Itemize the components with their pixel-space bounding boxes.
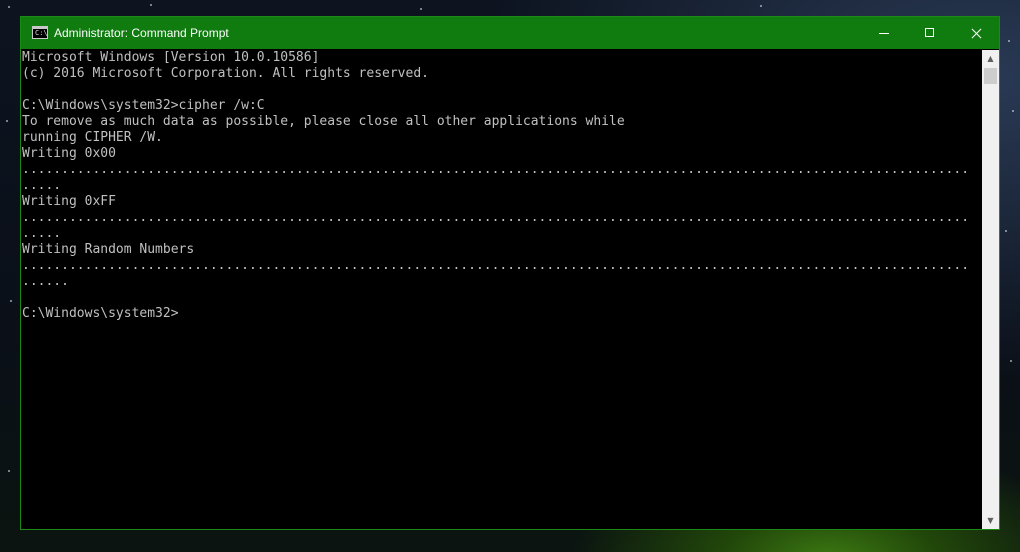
console-line: ...... <box>22 274 69 289</box>
scroll-up-icon[interactable]: ▲ <box>982 50 999 67</box>
console-app-icon[interactable]: C:\ <box>32 26 48 39</box>
maximize-button[interactable] <box>907 17 953 49</box>
console-line: ........................................… <box>22 162 970 177</box>
console-line: To remove as much data as possible, plea… <box>22 114 625 129</box>
window-title: Administrator: Command Prompt <box>54 26 229 40</box>
console-line: ..... <box>22 178 62 193</box>
minimize-button[interactable] <box>861 17 907 49</box>
console-line: ..... <box>22 226 62 241</box>
scrollbar-thumb[interactable] <box>984 68 997 84</box>
title-bar[interactable]: C:\ Administrator: Command Prompt <box>21 17 999 49</box>
console-line: ........................................… <box>22 210 970 225</box>
console-line: (c) 2016 Microsoft Corporation. All righ… <box>22 66 429 81</box>
scroll-down-icon[interactable]: ▼ <box>982 512 999 529</box>
command-prompt-window: C:\ Administrator: Command Prompt Micros… <box>20 16 1000 530</box>
console-line: Writing 0xFF <box>22 194 116 209</box>
console-line: Writing Random Numbers <box>22 242 195 257</box>
console-icon-glyph: C:\ <box>35 29 48 37</box>
console-line: running CIPHER /W. <box>22 130 163 145</box>
console-output[interactable]: Microsoft Windows [Version 10.0.10586] (… <box>22 50 982 528</box>
console-line: Writing 0x00 <box>22 146 116 161</box>
command-prompt-line[interactable]: C:\Windows\system32> <box>22 306 982 322</box>
console-line: Microsoft Windows [Version 10.0.10586] <box>22 50 320 65</box>
console-line: ........................................… <box>22 258 970 273</box>
close-button[interactable] <box>953 17 999 49</box>
vertical-scrollbar[interactable]: ▲ ▼ <box>982 50 999 529</box>
console-line: C:\Windows\system32>cipher /w:C <box>22 98 265 113</box>
